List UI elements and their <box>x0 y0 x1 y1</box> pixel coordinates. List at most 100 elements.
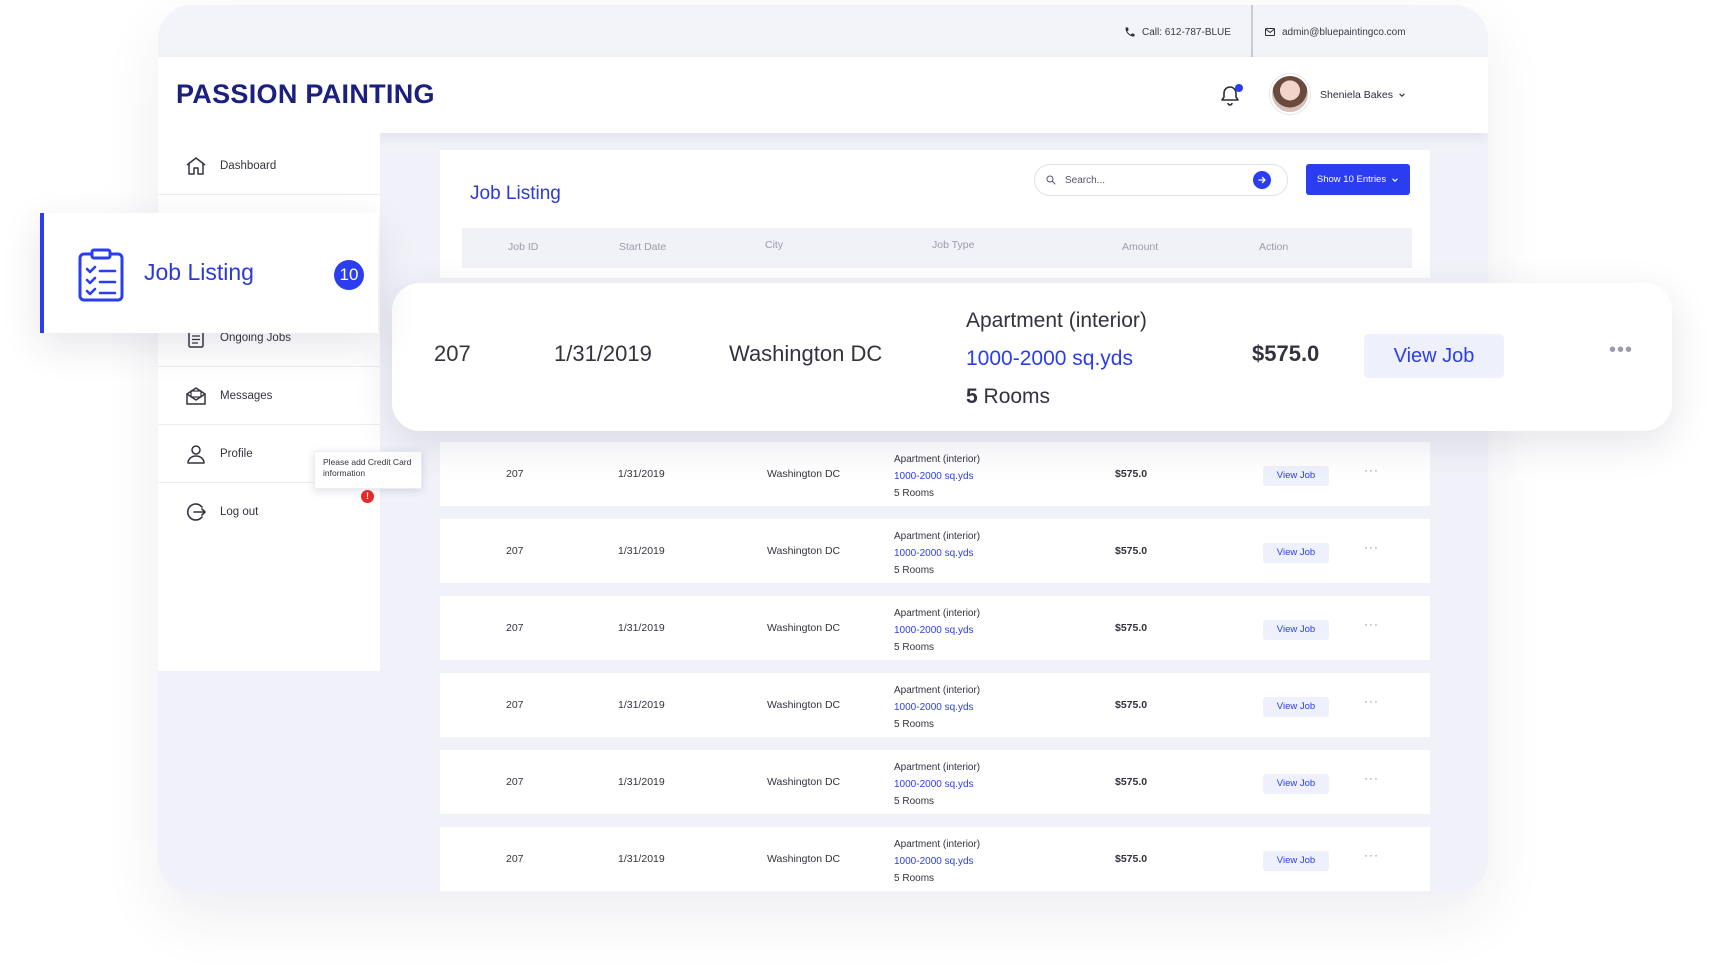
search-input[interactable] <box>1065 174 1245 186</box>
email-text: admin@bluepaintingco.com <box>1282 26 1406 38</box>
cell-city: Washington DC <box>767 622 841 634</box>
sidebar-item-job-listing[interactable]: Job Listing 10 <box>40 213 378 333</box>
job-listing-panel: Job Listing Show 10 Entries Job ID Start… <box>440 150 1430 278</box>
cell-job-type: Apartment (interior) 1000-2000 sq.yds 5 … <box>894 451 980 502</box>
user-icon <box>187 444 205 464</box>
size-range: 1000-2000 <box>894 625 942 636</box>
view-job-button[interactable]: View Job <box>1263 543 1329 563</box>
table-row[interactable]: 207 1/31/2019 Washington DC Apartment (i… <box>440 827 1430 891</box>
view-job-button[interactable]: View Job <box>1364 334 1504 378</box>
chevron-down-icon <box>1392 177 1398 182</box>
cell-job-id: 207 <box>434 341 471 366</box>
job-size: 1000-2000 sq.yds <box>894 776 980 793</box>
column-header-start-date[interactable]: Start Date <box>619 241 666 253</box>
row-more-button[interactable]: ··· <box>1364 848 1379 862</box>
column-header-job-id[interactable]: Job ID <box>508 241 538 253</box>
row-more-button[interactable]: ••• <box>1609 339 1633 362</box>
cell-start-date: 1/31/2019 <box>618 699 665 711</box>
cell-start-date: 1/31/2019 <box>618 622 665 634</box>
job-rooms: 5 Rooms <box>894 870 980 887</box>
table-row[interactable]: 207 1/31/2019 Washington DC Apartment (i… <box>440 519 1430 583</box>
cell-city: Washington DC <box>767 776 841 788</box>
job-size: 1000-2000 sq.yds <box>894 622 980 639</box>
user-menu[interactable]: Sheniela Bakes <box>1320 89 1406 101</box>
job-rooms: 5 Rooms <box>894 562 980 579</box>
cell-job-id: 207 <box>506 853 524 865</box>
job-size: 1000-2000 sq.yds <box>894 853 980 870</box>
size-unit: sq.yds <box>944 702 974 713</box>
row-more-button[interactable]: ··· <box>1364 694 1379 708</box>
table-row[interactable]: 207 1/31/2019 Washington DC Apartment (i… <box>440 750 1430 814</box>
view-job-button[interactable]: View Job <box>1263 620 1329 640</box>
search-submit-button[interactable] <box>1253 171 1271 189</box>
column-header-amount[interactable]: Amount <box>1122 241 1158 253</box>
view-job-button[interactable]: View Job <box>1263 466 1329 486</box>
view-job-button[interactable]: View Job <box>1263 851 1329 871</box>
sidebar-item-dashboard[interactable]: Dashboard <box>158 137 380 195</box>
row-more-button[interactable]: ··· <box>1364 463 1379 477</box>
notification-dot <box>1235 84 1243 92</box>
size-range: 1000-2000 <box>894 779 942 790</box>
notifications-button[interactable] <box>1218 84 1244 110</box>
column-header-job-type[interactable]: Job Type <box>932 239 974 251</box>
rooms-label: Rooms <box>902 719 935 730</box>
cell-city: Washington DC <box>767 853 841 865</box>
job-size: 1000-2000 sq.yds <box>966 340 1147 378</box>
size-unit: sq.yds <box>944 856 974 867</box>
sidebar-item-messages[interactable]: Messages <box>158 367 380 425</box>
job-type-text: Apartment (interior) <box>966 309 1147 332</box>
cell-amount: $575.0 <box>1115 699 1148 711</box>
phone-text: Call: 612-787-BLUE <box>1142 26 1231 38</box>
job-rooms: 5 Rooms <box>894 639 980 656</box>
table-header: Job ID Start Date City Job Type Amount A… <box>462 228 1412 268</box>
sidebar-item-logout[interactable]: Log out <box>158 483 380 541</box>
sidebar-item-label: Job Listing <box>144 259 254 285</box>
cell-job-type: Apartment (interior) 1000-2000 sq.yds 5 … <box>894 528 980 579</box>
home-icon <box>186 156 206 175</box>
job-size: 1000-2000 sq.yds <box>894 545 980 562</box>
column-header-action: Action <box>1259 241 1289 253</box>
cell-city: Washington DC <box>767 699 841 711</box>
job-rooms: 5 Rooms <box>894 485 980 502</box>
avatar[interactable] <box>1270 74 1310 114</box>
cell-job-type: Apartment (interior) 1000-2000 sq.yds 5 … <box>894 682 980 733</box>
entries-dropdown[interactable]: Show 10 Entries <box>1306 164 1410 195</box>
view-job-button[interactable]: View Job <box>1263 697 1329 717</box>
contact-bar: Call: 612-787-BLUE admin@bluepaintingco.… <box>158 5 1488 57</box>
column-header-city[interactable]: City <box>765 239 783 251</box>
job-count-badge: 10 <box>334 260 364 290</box>
size-range: 1000-2000 <box>894 471 942 482</box>
envelope-icon <box>1265 28 1275 36</box>
highlighted-table-row[interactable]: 207 1/31/2019 Washington DC Apartment (i… <box>392 283 1672 431</box>
size-range: 1000-2000 <box>894 548 942 559</box>
job-rooms: 5 Rooms <box>894 793 980 810</box>
rooms-label: Rooms <box>902 873 935 884</box>
cell-city: Washington DC <box>729 341 883 366</box>
rooms-count: 5 <box>894 642 900 653</box>
table-row[interactable]: 207 1/31/2019 Washington DC Apartment (i… <box>440 673 1430 737</box>
size-unit: sq.yds <box>944 471 974 482</box>
rooms-label: Rooms <box>902 796 935 807</box>
rooms-count: 5 <box>894 796 900 807</box>
rooms-count: 5 <box>966 385 978 408</box>
rooms-count: 5 <box>894 719 900 730</box>
table-row[interactable]: 207 1/31/2019 Washington DC Apartment (i… <box>440 442 1430 506</box>
email-contact[interactable]: admin@bluepaintingco.com <box>1264 26 1406 38</box>
size-unit: sq.yds <box>1072 347 1133 370</box>
cell-amount: $575.0 <box>1115 468 1148 480</box>
phone-contact[interactable]: Call: 612-787-BLUE <box>1124 26 1231 38</box>
cell-job-id: 207 <box>506 776 524 788</box>
job-type-text: Apartment (interior) <box>894 762 981 773</box>
row-more-button[interactable]: ··· <box>1364 771 1379 785</box>
cell-job-id: 207 <box>506 622 524 634</box>
credit-card-tooltip: Please add Credit Card information <box>314 451 422 489</box>
row-more-button[interactable]: ··· <box>1364 617 1379 631</box>
size-range: 1000-2000 <box>966 347 1067 370</box>
job-size: 1000-2000 sq.yds <box>894 699 980 716</box>
job-type-text: Apartment (interior) <box>894 608 981 619</box>
view-job-button[interactable]: View Job <box>1263 774 1329 794</box>
brand-logo[interactable]: PASSION PAINTING <box>176 79 435 110</box>
row-more-button[interactable]: ··· <box>1364 540 1379 554</box>
table-row[interactable]: 207 1/31/2019 Washington DC Apartment (i… <box>440 596 1430 660</box>
profile-alert-badge[interactable]: ! <box>361 490 374 503</box>
